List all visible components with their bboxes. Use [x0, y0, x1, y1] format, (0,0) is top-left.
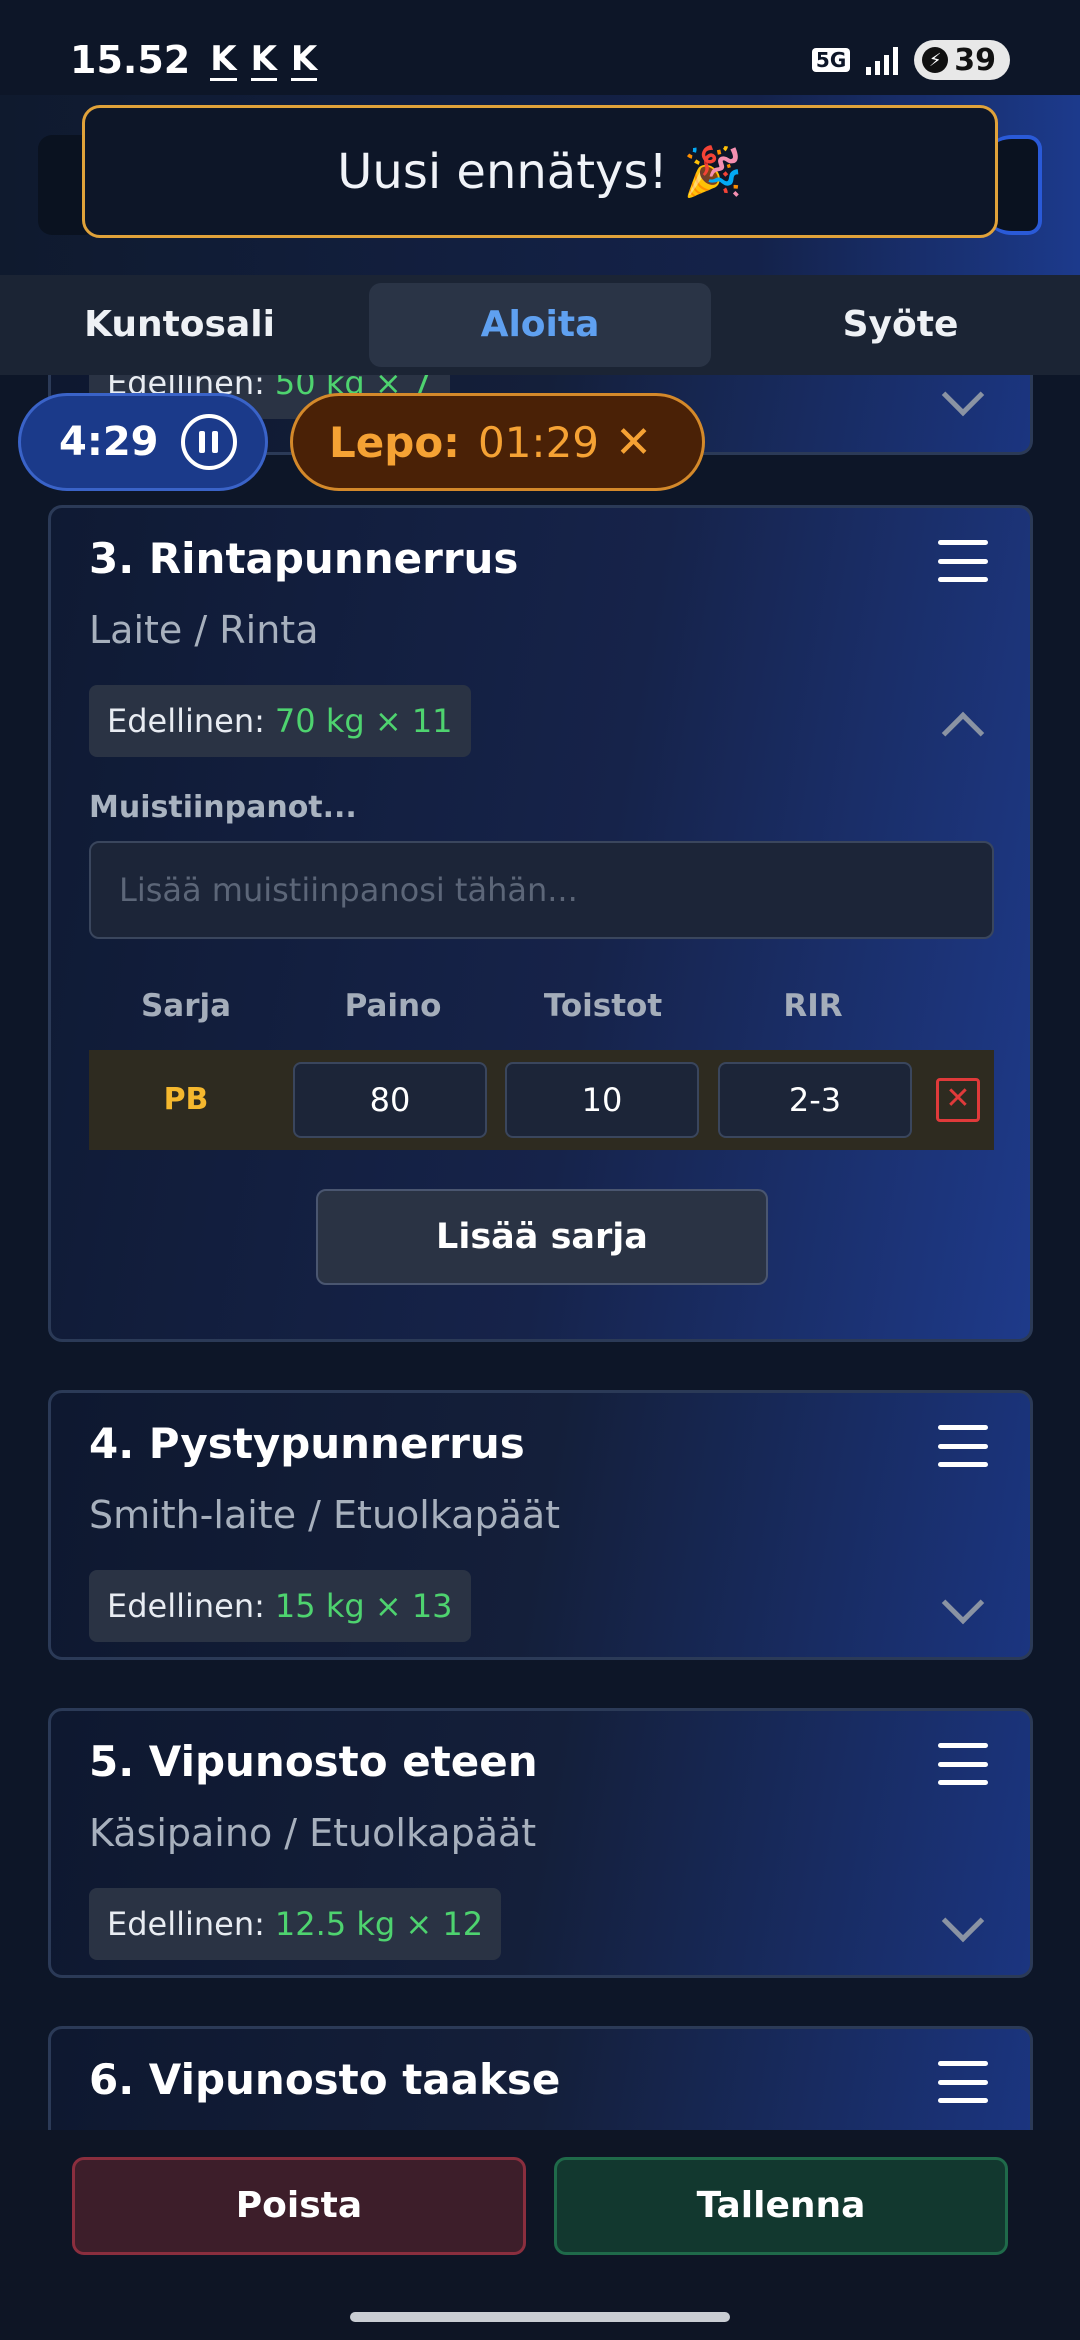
previous-result-chip: Edellinen: 15 kg × 13: [89, 1570, 471, 1642]
set-row: PB ✕: [89, 1050, 994, 1150]
previous-value: 70 kg × 11: [274, 702, 453, 740]
workout-timer[interactable]: 4:29: [18, 393, 268, 491]
notes-label: Muistiinpanot...: [89, 790, 357, 825]
battery-level: 39: [954, 42, 996, 78]
save-workout-button[interactable]: Tallenna: [554, 2157, 1008, 2255]
weight-input[interactable]: [293, 1062, 487, 1138]
notes-input[interactable]: [89, 841, 994, 939]
column-header-set: Sarja: [140, 988, 232, 1024]
column-header-weight: Paino: [344, 988, 442, 1024]
tab-bar: Kuntosali Aloita Syöte: [0, 275, 1080, 375]
chevron-down-icon[interactable]: [941, 1899, 985, 1943]
network-5g-icon: 5G: [811, 48, 851, 72]
tab-kuntosali[interactable]: Kuntosali: [0, 283, 359, 367]
delete-set-icon[interactable]: ✕: [936, 1078, 980, 1122]
previous-value: 12.5 kg × 12: [274, 1905, 484, 1943]
previous-label: Edellinen:: [107, 1587, 265, 1625]
menu-icon[interactable]: [938, 2061, 988, 2103]
exercise-card-3: 3. Rintapunnerrus Laite / Rinta Edelline…: [48, 505, 1033, 1342]
close-icon[interactable]: ✕: [615, 417, 652, 468]
set-label: PB: [163, 1082, 209, 1117]
previous-label: Edellinen:: [107, 702, 265, 740]
exercise-title: 6. Vipunosto taakse: [89, 2055, 561, 2104]
status-time: 15.52: [70, 38, 191, 82]
notification-k-icon: K: [210, 38, 237, 81]
exercise-card-4[interactable]: 4. Pystypunnerrus Smith-laite / Etuolkap…: [48, 1390, 1033, 1660]
tab-aloita[interactable]: Aloita: [369, 283, 711, 367]
pause-icon[interactable]: [180, 414, 237, 470]
exercise-title: 5. Vipunosto eteen: [89, 1737, 538, 1786]
rest-label: Lepo:: [329, 417, 460, 467]
previous-result-chip: Edellinen: 70 kg × 11: [89, 685, 471, 757]
rest-time: 01:29: [477, 417, 600, 467]
chevron-down-icon[interactable]: [941, 375, 985, 417]
exercise-title: 4. Pystypunnerrus: [89, 1419, 525, 1468]
exercise-title: 3. Rintapunnerrus: [89, 534, 519, 583]
menu-icon[interactable]: [938, 540, 988, 582]
rest-timer[interactable]: Lepo: 01:29 ✕: [290, 393, 705, 491]
chevron-down-icon[interactable]: [941, 1581, 985, 1625]
previous-result-chip: Edellinen: 12.5 kg × 12: [89, 1888, 502, 1960]
record-toast: Uusi ennätys! 🎉: [82, 105, 998, 238]
status-right: 5G ⚡ 39: [811, 40, 1010, 80]
previous-label: Edellinen:: [107, 1905, 265, 1943]
add-set-button[interactable]: Lisää sarja: [316, 1189, 768, 1285]
home-indicator[interactable]: [350, 2312, 730, 2322]
charging-bolt-icon: ⚡: [922, 47, 949, 73]
exercise-subtitle: Smith-laite / Etuolkapäät: [89, 1493, 561, 1537]
menu-icon[interactable]: [938, 1743, 988, 1785]
chevron-up-icon[interactable]: [941, 711, 985, 755]
column-header-rir: RIR: [783, 988, 843, 1024]
exercise-card-5[interactable]: 5. Vipunosto eteen Käsipaino / Etuolkapä…: [48, 1708, 1033, 1978]
workout-elapsed: 4:29: [59, 419, 159, 465]
signal-icon: [866, 45, 899, 75]
delete-workout-button[interactable]: Poista: [72, 2157, 526, 2255]
reps-input[interactable]: [505, 1062, 699, 1138]
exercise-subtitle: Laite / Rinta: [89, 608, 319, 652]
tab-syote[interactable]: Syöte: [721, 283, 1080, 367]
previous-value: 15 kg × 13: [274, 1587, 453, 1625]
notification-k-icon: K: [250, 38, 277, 81]
rir-input[interactable]: [718, 1062, 912, 1138]
notification-k-icon: K: [290, 38, 318, 81]
battery-icon: ⚡ 39: [914, 40, 1010, 80]
exercise-subtitle: Käsipaino / Etuolkapäät: [89, 1811, 537, 1855]
menu-icon[interactable]: [938, 1425, 988, 1467]
column-header-reps: Toistot: [543, 988, 663, 1024]
